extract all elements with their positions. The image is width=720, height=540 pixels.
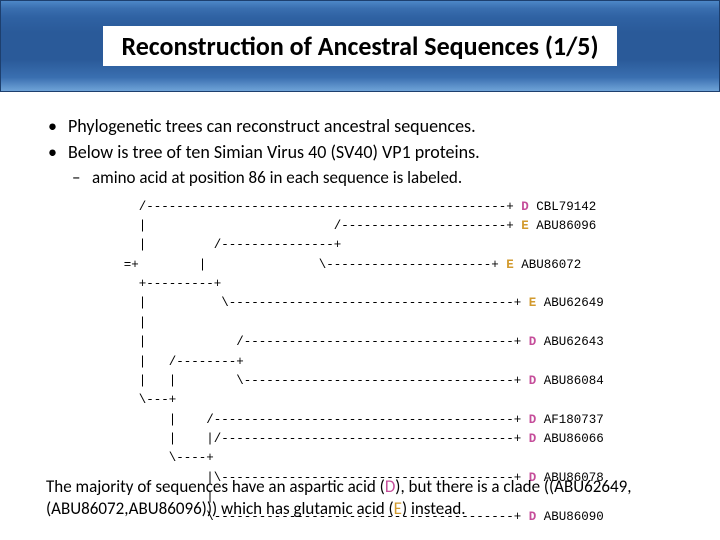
accession-label: ABU86096 (529, 219, 597, 233)
tree-row: | (116, 314, 604, 333)
tree-row: =+ | \----------------------+ E ABU86072 (116, 256, 604, 275)
tree-branch-segment: /---------------------------------------… (116, 200, 521, 214)
tree-row: \----+ (116, 449, 604, 468)
tree-branch-segment: =+ | \----------------------+ (116, 258, 506, 272)
accession-label: ABU86072 (514, 258, 582, 272)
tree-row: | | \-----------------------------------… (116, 372, 604, 391)
footer-note: The majority of sequences have an aspart… (0, 476, 720, 520)
amino-acid-label: E (506, 258, 514, 272)
tree-row: /---------------------------------------… (116, 198, 604, 217)
tree-branch-segment: \---+ (116, 393, 521, 407)
footer-letter-d: D (385, 476, 395, 497)
tree-row: +---------+ (116, 275, 604, 294)
tree-branch-segment: | (116, 316, 529, 330)
tree-row: | /--------+ (116, 353, 604, 372)
tree-branch-segment: | /---------------+ (116, 238, 521, 252)
tree-branch-segment: \----+ (116, 451, 521, 465)
tree-row: | /-------------------------------------… (116, 411, 604, 430)
accession-label: ABU62649 (536, 296, 604, 310)
accession-label: AF180737 (536, 413, 604, 427)
accession-label: CBL79142 (529, 200, 597, 214)
tree-branch-segment: | \-------------------------------------… (116, 296, 529, 310)
tree-row: | /---------------+ (116, 236, 604, 255)
accession-label: ABU86084 (536, 374, 604, 388)
tree-branch-segment: | /----------------------+ (116, 219, 521, 233)
tree-row: | |/------------------------------------… (116, 430, 604, 449)
tree-branch-segment: | /------------------------------------+ (116, 335, 529, 349)
tree-branch-segment: | /-------------------------------------… (116, 413, 529, 427)
footer-letter-e: E (394, 498, 402, 519)
bullet-list: Phylogenetic trees can reconstruct ances… (40, 114, 680, 165)
tree-row: | /------------------------------------+… (116, 333, 604, 352)
accession-label: ABU86066 (536, 432, 604, 446)
bullet-item-2: Below is tree of ten Simian Virus 40 (SV… (40, 140, 680, 164)
title-band: Reconstruction of Ancestral Sequences (1… (0, 0, 720, 92)
tree-branch-segment: | |/------------------------------------… (116, 432, 529, 446)
tree-branch-segment: | /--------+ (116, 355, 529, 369)
slide-title: Reconstruction of Ancestral Sequences (1… (103, 26, 616, 67)
slide-body: Phylogenetic trees can reconstruct ances… (0, 92, 720, 527)
bullet-item-1: Phylogenetic trees can reconstruct ances… (40, 114, 680, 138)
sub-bullet-list: amino acid at position 86 in each sequen… (40, 167, 680, 190)
sub-bullet-item-1: amino acid at position 86 in each sequen… (40, 167, 680, 190)
amino-acid-label: D (521, 200, 529, 214)
tree-row: | \-------------------------------------… (116, 294, 604, 313)
footer-text-3: ) instead. (402, 498, 466, 519)
tree-branch-segment: | | \-----------------------------------… (116, 374, 529, 388)
amino-acid-label: E (521, 219, 529, 233)
footer-text-1: The majority of sequences have an aspart… (46, 476, 385, 497)
tree-row: | /----------------------+ E ABU86096 (116, 217, 604, 236)
accession-label: ABU62643 (536, 335, 604, 349)
tree-branch-segment: +---------+ (116, 277, 521, 291)
tree-row: \---+ (116, 391, 604, 410)
